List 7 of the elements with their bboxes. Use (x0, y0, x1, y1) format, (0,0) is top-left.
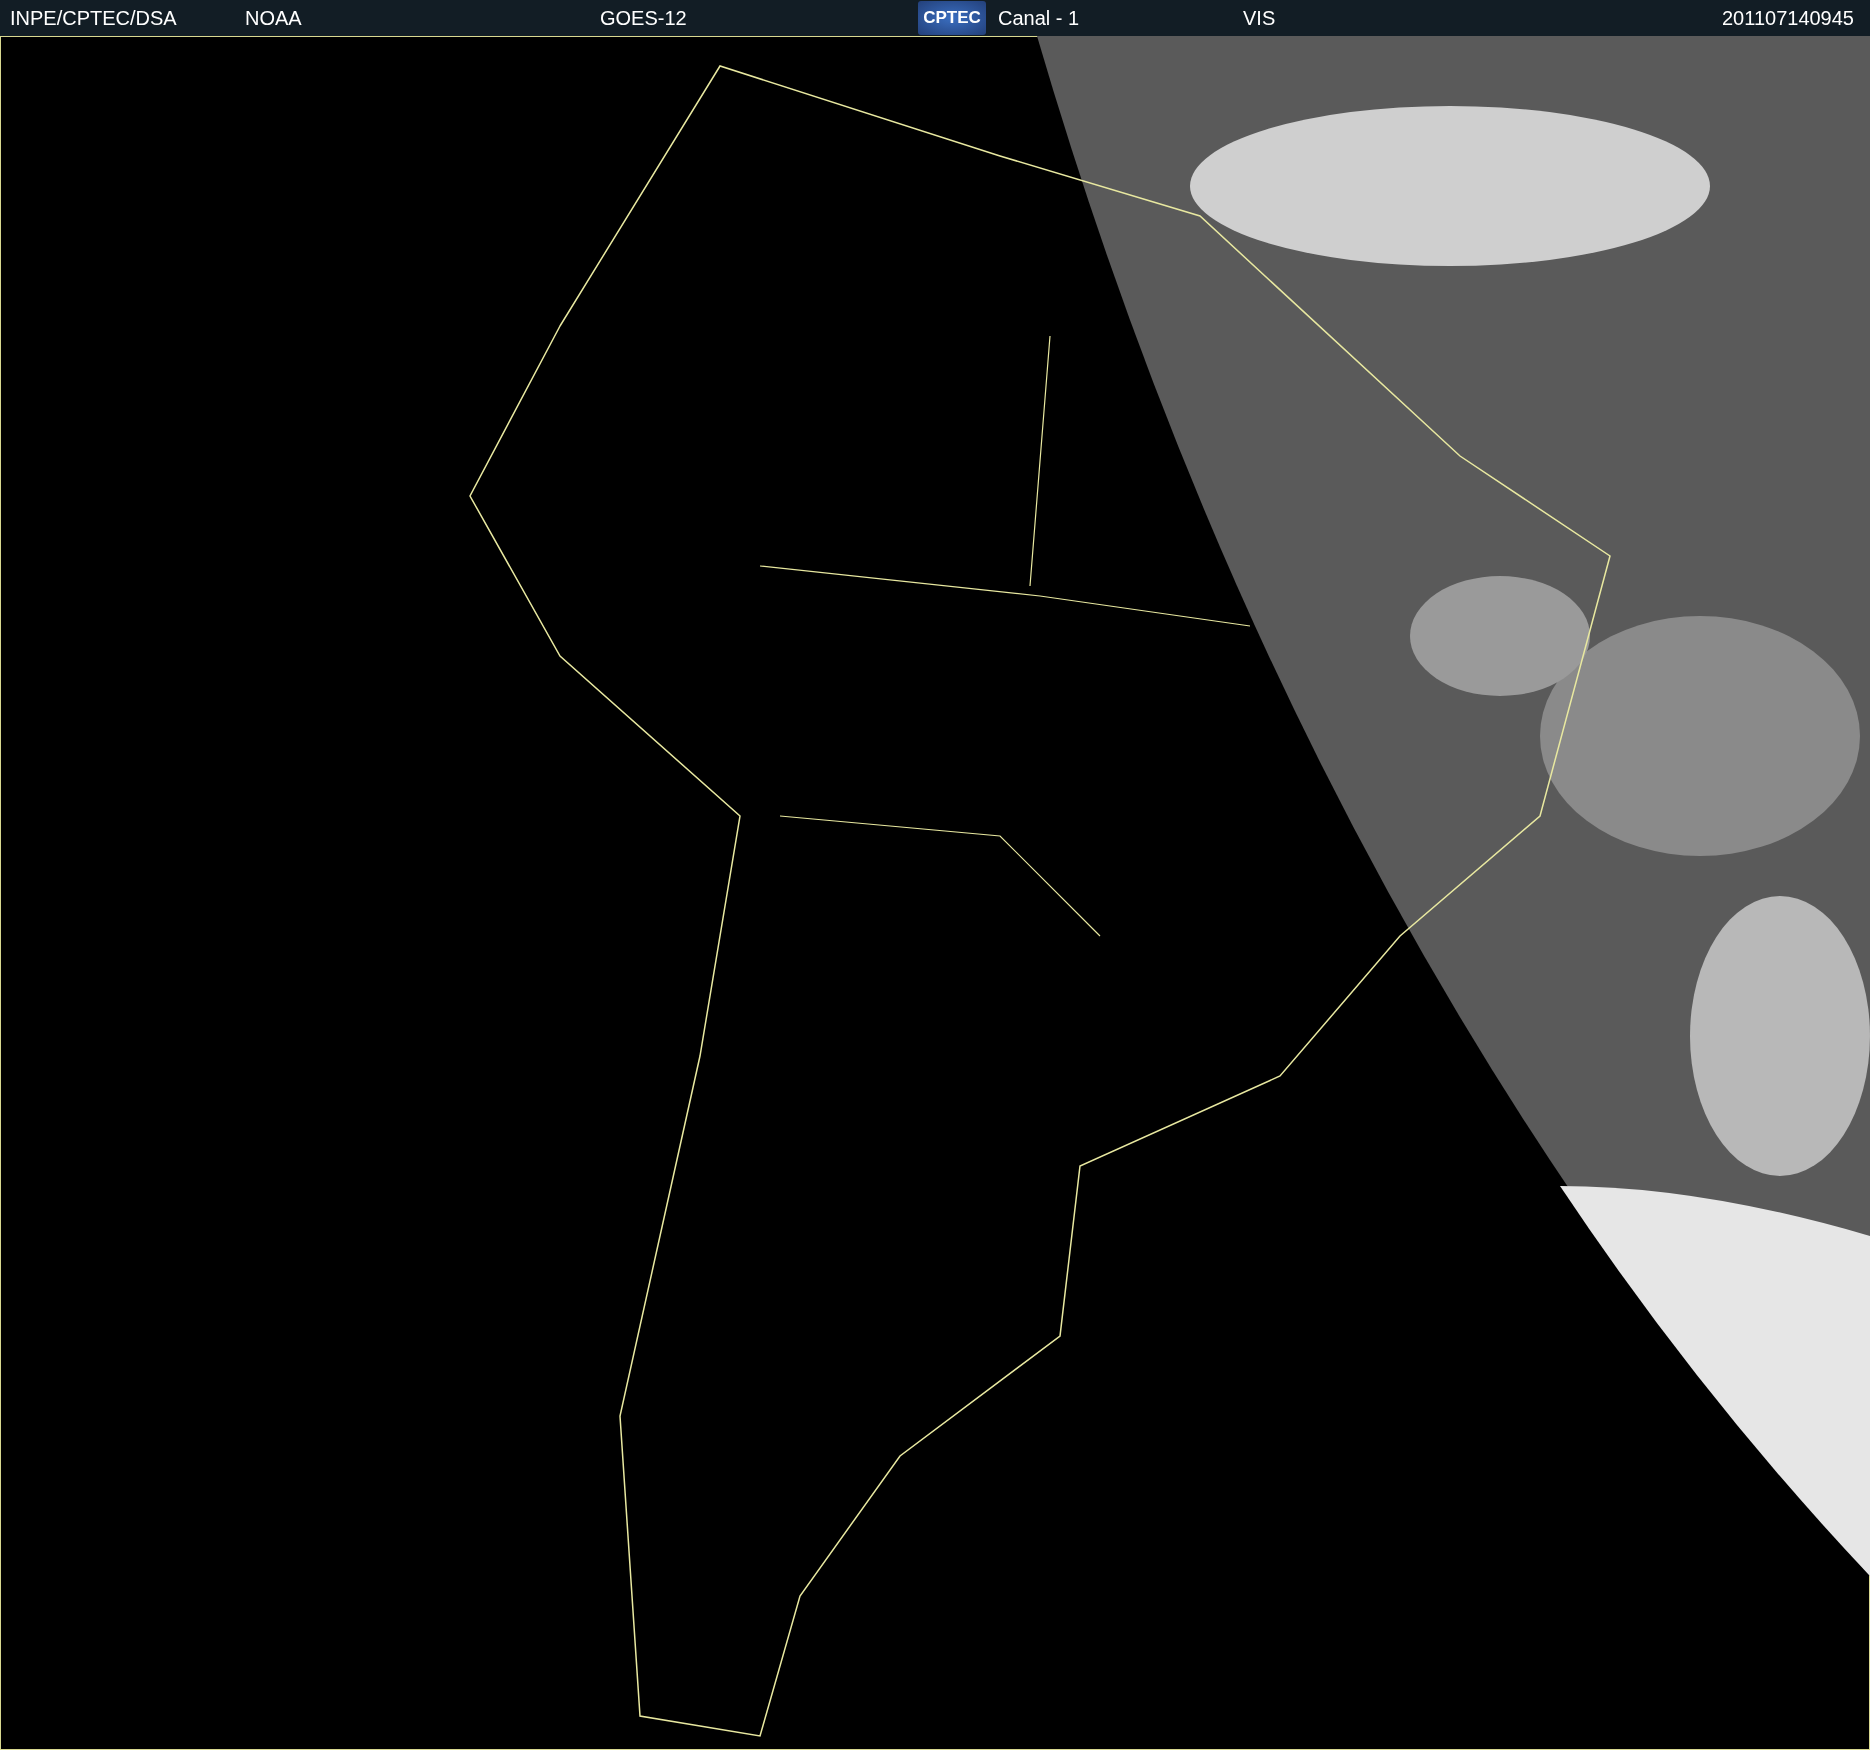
agency-label: NOAA (245, 6, 302, 30)
source-label: INPE/CPTEC/DSA (10, 6, 177, 30)
satellite-label: GOES-12 (600, 6, 687, 30)
timestamp-label: 201107140945 (1722, 6, 1854, 30)
logo: CPTEC (918, 1, 986, 35)
band-label: VIS (1243, 6, 1276, 30)
channel-label: Canal - 1 (998, 6, 1080, 30)
